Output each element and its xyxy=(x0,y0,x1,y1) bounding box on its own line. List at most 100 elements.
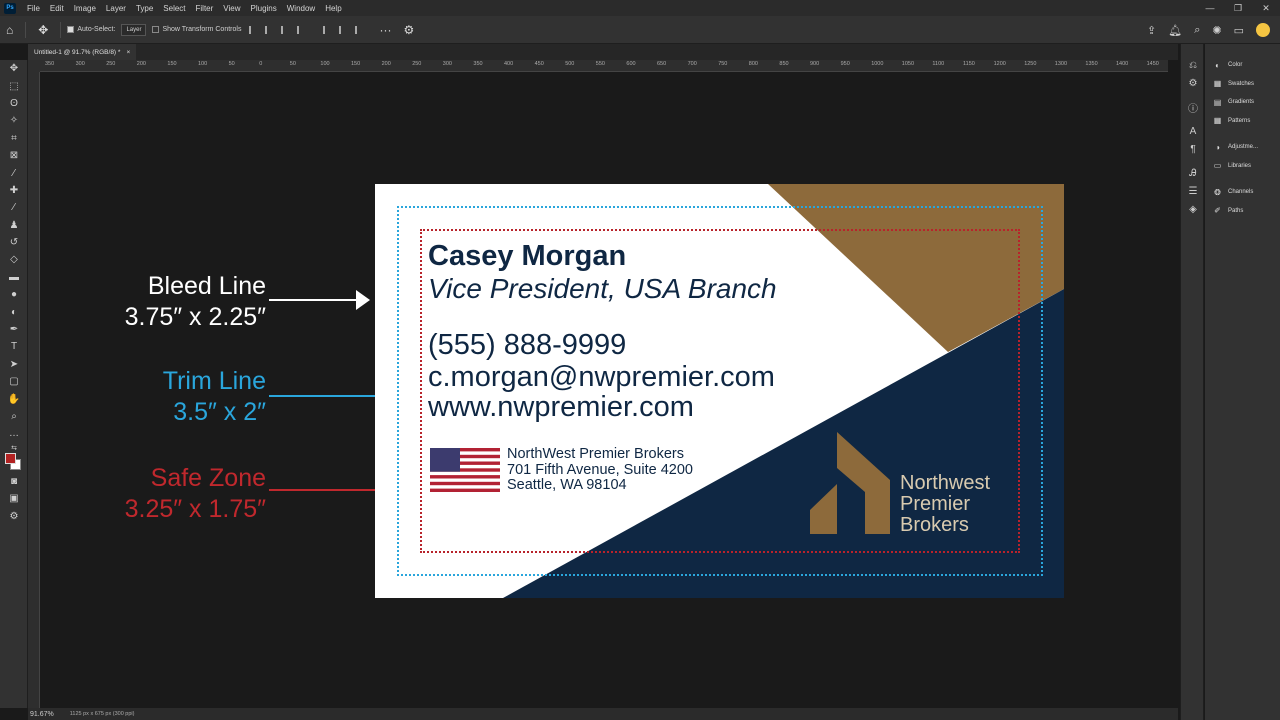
crop-tool-icon[interactable]: ⌗ xyxy=(0,130,28,147)
lightbulb-icon[interactable]: ✺ xyxy=(1212,24,1221,37)
ruler-tick-label: 150 xyxy=(351,61,361,67)
auto-select-label: Auto-Select: xyxy=(77,26,116,33)
show-transform-controls-checkbox[interactable] xyxy=(152,26,160,33)
panel-paths[interactable]: ✐ Paths xyxy=(1205,202,1280,221)
status-bar: 91.67% 1125 px x 675 px (300 ppi) xyxy=(28,708,1178,720)
eyedropper-tool-icon[interactable]: ⁄ xyxy=(0,164,28,181)
align-buttons xyxy=(249,25,307,34)
minimize-icon[interactable]: — xyxy=(1196,0,1224,16)
move-tool-icon[interactable]: ✥ xyxy=(38,23,48,37)
panel-libraries[interactable]: ▭ Libraries xyxy=(1205,157,1280,176)
address-line-1: NorthWest Premier Brokers xyxy=(507,446,684,462)
home-icon[interactable]: ⌂ xyxy=(6,23,13,37)
menu-plugins[interactable]: Plugins xyxy=(246,4,282,13)
gradient-tool-icon[interactable]: ▬ xyxy=(0,269,28,286)
distribute-center-icon[interactable] xyxy=(339,25,349,34)
menu-image[interactable]: Image xyxy=(69,4,101,13)
align-center-icon[interactable] xyxy=(265,25,275,34)
quick-mask-icon[interactable]: ◙ xyxy=(0,473,28,490)
more-options-button[interactable]: ··· xyxy=(379,23,391,37)
bell-icon[interactable]: 🔔︎ xyxy=(1168,24,1182,37)
type-tool-icon[interactable]: T xyxy=(0,338,28,355)
horizontal-ruler[interactable]: 350 300 250 200 150 100 50 0 50 100 150 200 250 300 35… xyxy=(40,60,1168,72)
screen-mode-icon[interactable]: ▣ xyxy=(0,490,28,507)
menu-view[interactable]: View xyxy=(218,4,245,13)
foreground-color-swatch[interactable] xyxy=(5,452,16,464)
vertical-ruler[interactable] xyxy=(28,72,40,708)
history-brush-tool-icon[interactable]: ↺ xyxy=(0,234,28,251)
restore-icon[interactable]: ❐ xyxy=(1224,0,1252,16)
auto-select-checkbox[interactable] xyxy=(67,26,75,33)
search-icon[interactable]: ⌕ xyxy=(1194,24,1200,37)
align-right-icon[interactable] xyxy=(281,25,291,34)
menu-help[interactable]: Help xyxy=(320,4,346,13)
panel-adjustments[interactable]: ◑ Adjustme... xyxy=(1205,138,1280,157)
tools-panel: ✥ ⬚ ʘ ✧ ⌗ ⊠ ⁄ ✚ ∕ ♟ ↺ ◇ ▬ ● ◐ ✒ T ➤ ▢ ✋ … xyxy=(0,60,28,708)
glyphs-panel-icon[interactable]: Ꭿ xyxy=(1181,164,1205,182)
menu-bar: Ps File Edit Image Layer Type Select Fil… xyxy=(0,0,1280,16)
close-window-icon[interactable]: ✕ xyxy=(1252,0,1280,16)
align-left-icon[interactable] xyxy=(249,25,259,34)
healing-brush-tool-icon[interactable]: ✚ xyxy=(0,182,28,199)
zoom-level[interactable]: 91.67% xyxy=(30,711,54,718)
menu-edit[interactable]: Edit xyxy=(45,4,69,13)
properties-panel-icon[interactable]: ⚙ xyxy=(1181,74,1205,92)
ruler-tick-label: 700 xyxy=(687,61,697,67)
layers-panel-icon[interactable]: ◈ xyxy=(1181,200,1205,218)
menu-window[interactable]: Window xyxy=(282,4,320,13)
rectangle-tool-icon[interactable]: ▢ xyxy=(0,373,28,390)
document-tab[interactable]: Untitled-1 @ 91.7% (RGB/8) * × xyxy=(28,44,137,60)
panel-label: Channels xyxy=(1228,189,1254,196)
gear-icon[interactable]: ⚙ xyxy=(403,23,414,37)
clone-stamp-tool-icon[interactable]: ♟ xyxy=(0,217,28,234)
brush-tool-icon[interactable]: ∕ xyxy=(0,199,28,216)
menu-filter[interactable]: Filter xyxy=(191,4,219,13)
auto-select-target-dropdown[interactable]: Layer xyxy=(121,23,147,36)
marquee-tool-icon[interactable]: ⬚ xyxy=(0,77,28,94)
lasso-tool-icon[interactable]: ʘ xyxy=(0,95,28,112)
menu-type[interactable]: Type xyxy=(131,4,158,13)
dodge-tool-icon[interactable]: ◐ xyxy=(0,303,28,320)
document-dimensions[interactable]: 1125 px x 675 px (300 ppi) xyxy=(70,711,135,717)
panel-gradients[interactable]: ▤ Gradients xyxy=(1205,93,1280,112)
eraser-tool-icon[interactable]: ◇ xyxy=(0,251,28,268)
business-card[interactable]: Casey Morgan Vice President, USA Branch … xyxy=(375,184,1064,598)
menu-layer[interactable]: Layer xyxy=(101,4,131,13)
move-tool-icon[interactable]: ✥ xyxy=(0,60,28,77)
menu-select[interactable]: Select xyxy=(158,4,190,13)
swatches-icon: ▦ xyxy=(1213,79,1222,89)
avatar[interactable] xyxy=(1256,23,1270,37)
distribute-left-icon[interactable] xyxy=(323,25,333,34)
hand-tool-icon[interactable]: ✋ xyxy=(0,390,28,407)
adjustments-panel-icon[interactable]: ☰ xyxy=(1181,182,1205,200)
menu-file[interactable]: File xyxy=(22,4,45,13)
panel-label: Adjustme... xyxy=(1228,144,1259,151)
history-panel-icon[interactable]: ⎌ xyxy=(1181,56,1205,74)
options-bar-right: ⇪ 🔔︎ ⌕ ✺ ▭ xyxy=(1147,16,1280,44)
align-top-icon[interactable] xyxy=(297,25,307,34)
edit-toolbar-icon[interactable]: ⚙ xyxy=(0,507,28,524)
frame-tool-icon[interactable]: ⊠ xyxy=(0,147,28,164)
blur-tool-icon[interactable]: ● xyxy=(0,286,28,303)
swap-colors-icon[interactable]: ⇆ xyxy=(0,443,28,453)
panel-label: Patterns xyxy=(1228,117,1251,124)
paragraph-panel-icon[interactable]: ¶ xyxy=(1181,140,1205,158)
workspace-icon[interactable]: ▭ xyxy=(1234,24,1244,37)
safe-size: 3.25″ x 1.75″ xyxy=(124,495,266,523)
info-panel-icon[interactable]: ⓘ xyxy=(1181,98,1205,116)
distribute-right-icon[interactable] xyxy=(355,25,365,34)
zoom-tool-icon[interactable]: ⌕ xyxy=(0,408,28,425)
share-icon[interactable]: ⇪ xyxy=(1147,24,1156,37)
panel-channels[interactable]: ❂ Channels xyxy=(1205,183,1280,202)
ruler-origin[interactable] xyxy=(28,60,40,72)
panel-swatches[interactable]: ▦ Swatches xyxy=(1205,75,1280,94)
panel-patterns[interactable]: ▦ Patterns xyxy=(1205,112,1280,131)
options-bar: ⌂ ✥ Auto-Select: Layer Show Transform Co… xyxy=(0,16,1280,44)
close-tab-icon[interactable]: × xyxy=(126,49,130,56)
path-selection-tool-icon[interactable]: ➤ xyxy=(0,356,28,373)
character-panel-icon[interactable]: A xyxy=(1181,122,1205,140)
more-tools-icon[interactable]: … xyxy=(0,425,28,442)
panel-color[interactable]: ◐ Color xyxy=(1205,56,1280,75)
pen-tool-icon[interactable]: ✒ xyxy=(0,321,28,338)
magic-wand-tool-icon[interactable]: ✧ xyxy=(0,112,28,129)
